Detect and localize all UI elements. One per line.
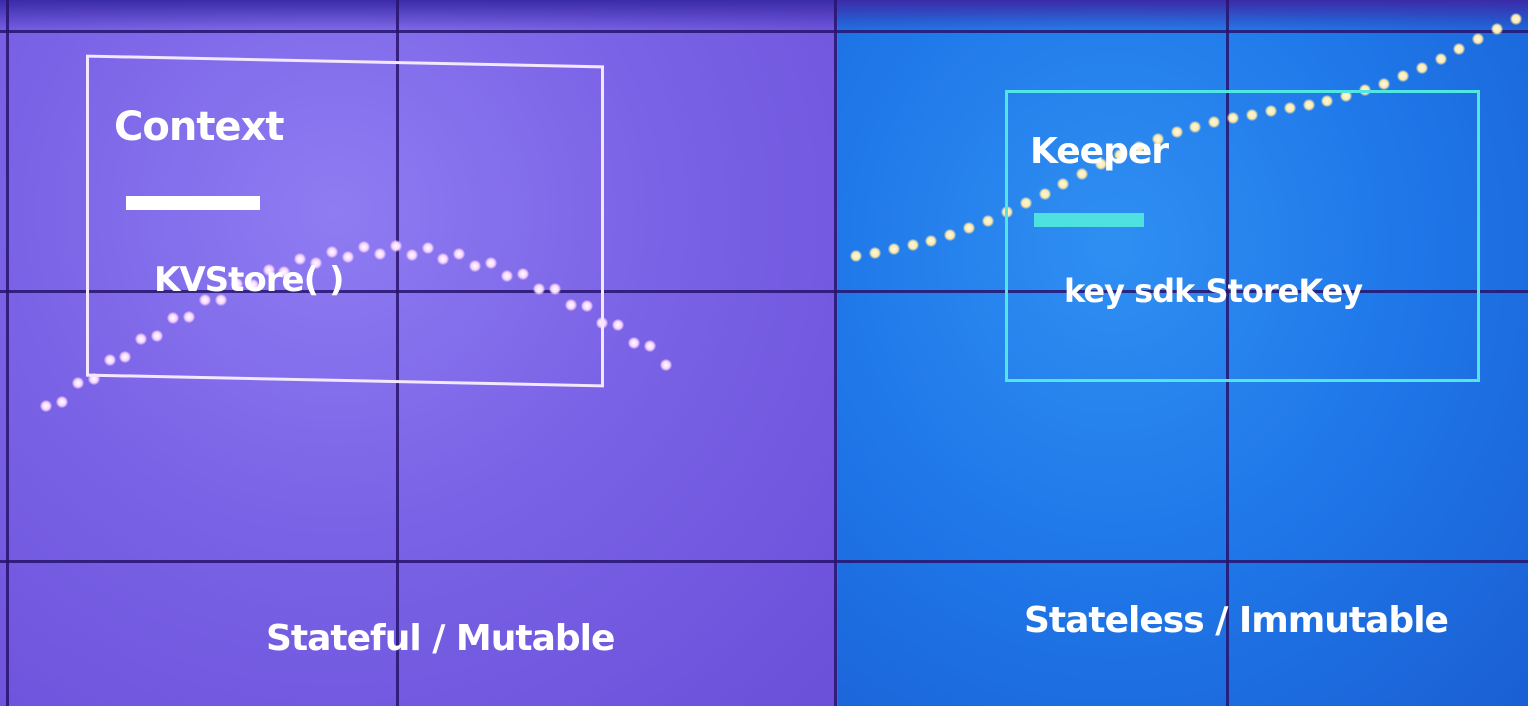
screen-bezel-vertical bbox=[6, 0, 9, 706]
light-dot bbox=[1472, 33, 1484, 45]
light-dot bbox=[1491, 23, 1503, 35]
kvstore-field: KVStore( ) bbox=[154, 260, 345, 300]
context-title: Context bbox=[114, 104, 284, 150]
light-dot bbox=[612, 319, 624, 331]
light-dot bbox=[869, 247, 881, 259]
storekey-field: key sdk.StoreKey bbox=[1064, 272, 1363, 310]
light-dot bbox=[944, 229, 956, 241]
light-dot bbox=[1453, 43, 1465, 55]
light-dot bbox=[56, 396, 68, 408]
screen-bezel-vertical bbox=[834, 0, 837, 706]
screen-bezel-horizontal bbox=[0, 30, 1528, 33]
light-dot bbox=[963, 222, 975, 234]
keeper-underline-bar bbox=[1034, 213, 1144, 227]
light-dot bbox=[1510, 13, 1522, 25]
stateless-caption: Stateless / Immutable bbox=[1024, 600, 1449, 641]
light-dot bbox=[1435, 53, 1447, 65]
light-dot bbox=[72, 377, 84, 389]
light-dot bbox=[1397, 70, 1409, 82]
context-underline-bar bbox=[126, 196, 260, 210]
light-dot bbox=[850, 250, 862, 262]
stateful-caption: Stateful / Mutable bbox=[266, 618, 615, 659]
light-dot bbox=[660, 359, 672, 371]
light-dot bbox=[1416, 62, 1428, 74]
light-dot bbox=[888, 243, 900, 255]
screen-bezel-horizontal bbox=[0, 560, 1528, 563]
light-dot bbox=[628, 337, 640, 349]
light-dot bbox=[907, 239, 919, 251]
keeper-title: Keeper bbox=[1030, 131, 1169, 172]
light-dot bbox=[925, 235, 937, 247]
top-strip bbox=[0, 0, 1528, 32]
light-dot bbox=[40, 400, 52, 412]
light-dot bbox=[644, 340, 656, 352]
light-dot bbox=[982, 215, 994, 227]
light-dot bbox=[1378, 78, 1390, 90]
